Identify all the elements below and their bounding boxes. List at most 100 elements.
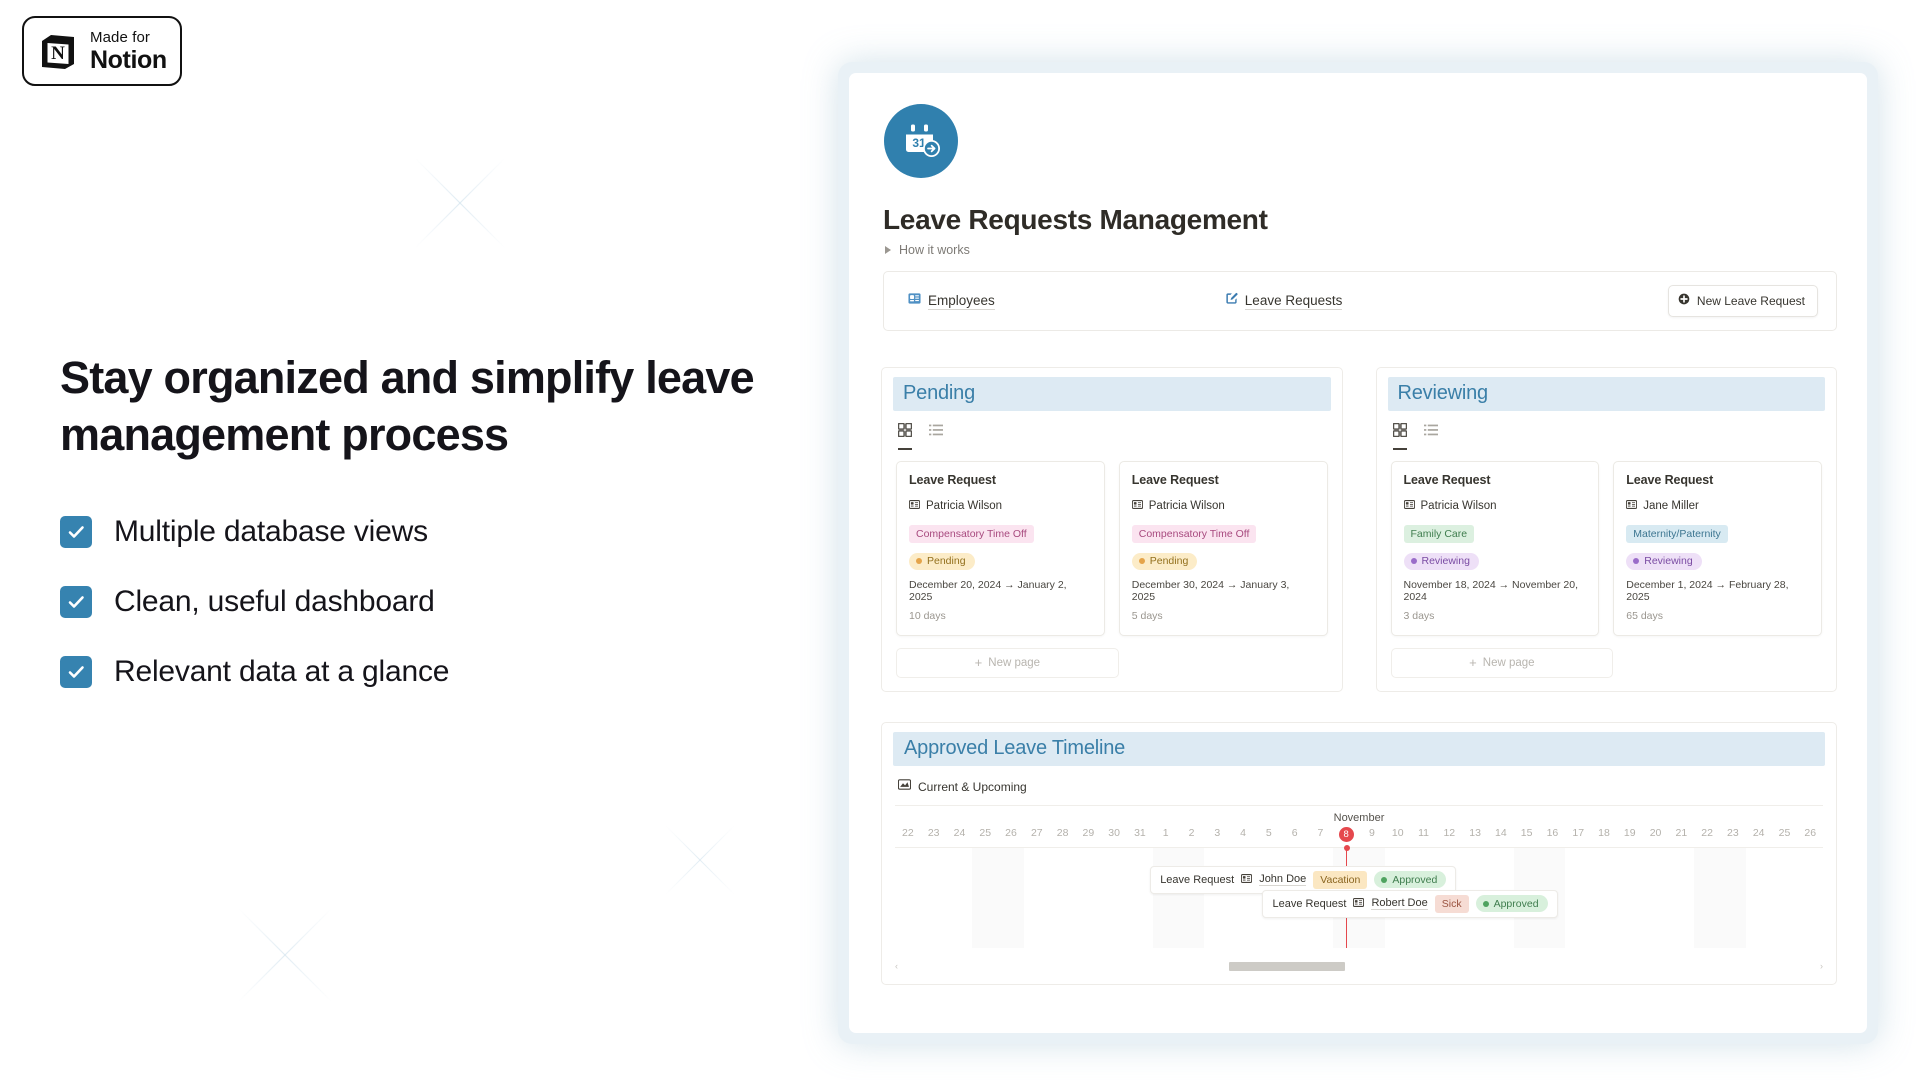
card-title: Leave Request [1403, 473, 1491, 487]
timeline-day-tick: 15 [1520, 826, 1533, 839]
timeline-day-tick: 24 [953, 826, 966, 839]
timeline-column [998, 847, 1024, 948]
card-person: Patricia Wilson [908, 497, 1092, 515]
notion-page: 3 1 Leave Requests Management How it work… [849, 73, 1867, 1033]
timeline-day-tick: 3 [1214, 826, 1221, 839]
edit-square-icon [1225, 292, 1238, 310]
scrollbar-thumb[interactable] [1229, 961, 1346, 971]
timeline-day-tick: 26 [1804, 826, 1817, 839]
status-badge: Pending [1131, 552, 1198, 570]
card-title: Leave Request [1626, 473, 1714, 487]
timeline-column [1152, 847, 1179, 948]
timeline-day-tick: 5 [1265, 826, 1272, 839]
badge-brand-label: Notion [90, 45, 167, 74]
contact-card-icon [1353, 895, 1365, 913]
timeline-column [1746, 848, 1772, 948]
list-item: Relevant data at a glance [60, 655, 800, 689]
timeline-day-tick: 1 [1162, 826, 1169, 839]
timeline-day-tick: 23 [927, 826, 940, 839]
timeline-day-tick: 26 [1005, 826, 1017, 839]
timeline-scrollbar[interactable]: ‹ › [895, 961, 1823, 972]
leave-request-card[interactable]: Leave Request Jane Miller Maternity/Pate… [1613, 461, 1822, 636]
card-person: Patricia Wilson [1403, 497, 1587, 515]
board-header: Reviewing [1387, 377, 1825, 411]
new-page-button[interactable]: + New page [1390, 647, 1614, 678]
card-duration: 65 days [1626, 609, 1664, 622]
timeline-column [1024, 848, 1050, 948]
timeline-day-tick: 30 [1108, 826, 1120, 839]
timeline-column [1565, 848, 1591, 948]
timeline-day-tick: 17 [1572, 826, 1585, 839]
list-icon[interactable] [929, 423, 943, 450]
feature-label: Multiple database views [114, 515, 428, 549]
timeline-view-icon [897, 778, 912, 796]
status-badge: Reviewing [1626, 552, 1702, 570]
badge-made-for-label: Made for [90, 28, 150, 46]
card-dates: December 1, 2024 → February 28, 2025 [1626, 578, 1789, 603]
timeline-day-tick: 21 [1675, 826, 1688, 839]
scroll-right-arrow-icon[interactable]: › [1820, 961, 1823, 971]
timeline-day-tick: 11 [1418, 826, 1429, 839]
timeline-bar-label: Leave Request [1160, 873, 1235, 886]
timeline-column [1643, 848, 1669, 948]
timeline-bar-person: John Doe [1259, 873, 1307, 887]
contact-card-icon [908, 292, 921, 310]
timeline-column [1591, 848, 1617, 948]
timeline-day-tick: 19 [1623, 826, 1636, 839]
status-dot-icon [1138, 558, 1145, 565]
card-duration: 10 days [909, 609, 946, 622]
card-person: Patricia Wilson [1131, 497, 1315, 515]
checkmark-icon [60, 586, 92, 619]
gallery-grid-icon[interactable] [897, 422, 913, 450]
timeline-month-label: November [1333, 811, 1385, 824]
card-title: Leave Request [909, 473, 996, 487]
leave-request-card[interactable]: Leave Request Patricia Wilson Compensato… [896, 461, 1105, 636]
leave-type-pill: Maternity/Paternity [1626, 525, 1728, 544]
leave-type-pill: Compensatory Time Off [1131, 525, 1257, 544]
board-title: Reviewing [1397, 382, 1489, 404]
timeline-column [1101, 848, 1127, 948]
timeline-grid: November 22 23 24 25 26 27 28 29 30 31 1 2 3 4 5 6 7 8 9 10… [895, 804, 1823, 948]
checkmark-icon [60, 516, 92, 549]
new-page-label: New page [1482, 656, 1535, 669]
sidebar-item-leave-requests[interactable]: Leave Requests [1225, 292, 1343, 310]
how-it-works-toggle[interactable]: How it works [885, 243, 1837, 257]
made-for-notion-badge: N Made for Notion [22, 16, 182, 86]
timeline-column [1050, 848, 1076, 948]
feature-label: Clean, useful dashboard [114, 585, 435, 619]
page-title: Leave Requests Management [883, 204, 1268, 235]
timeline-column [1772, 848, 1798, 948]
new-leave-request-button[interactable]: New Leave Request [1667, 285, 1818, 317]
today-badge: 8 [1338, 826, 1354, 842]
timeline-bar-label: Leave Request [1272, 897, 1347, 910]
timeline-column [972, 847, 999, 948]
sparkle-decoration-bottom-right [618, 778, 783, 943]
timeline-day-ticks: 22 23 24 25 26 27 28 29 30 31 1 2 3 4 5 6 7 8 9 10 11 12 13 14 1… [895, 826, 1823, 848]
notion-window-frame: 3 1 Leave Requests Management How it work… [838, 62, 1878, 1044]
timeline-column [1668, 848, 1694, 948]
leave-request-card[interactable]: Leave Request Patricia Wilson Family Car… [1390, 461, 1600, 636]
gallery-grid-icon[interactable] [1392, 422, 1407, 450]
timeline-day-tick: 6 [1291, 826, 1298, 839]
timeline-bar[interactable]: Leave Request Robert Doe Sick Approved [1262, 889, 1558, 918]
plus-circle-icon [1678, 292, 1690, 310]
timeline-column [1178, 847, 1205, 948]
timeline-day-tick: 20 [1649, 826, 1662, 839]
list-item: Clean, useful dashboard [60, 585, 800, 619]
card-person-name: Patricia Wilson [1420, 500, 1497, 512]
new-page-button[interactable]: + New page [896, 647, 1119, 678]
timeline-day-tick: 16 [1546, 826, 1559, 839]
list-icon[interactable] [1423, 423, 1438, 450]
sidebar-item-employees[interactable]: Employees [908, 292, 995, 310]
leave-request-card[interactable]: Leave Request Patricia Wilson Compensato… [1118, 461, 1328, 636]
nav-link-label: Leave Requests [1244, 292, 1343, 310]
status-label: Reviewing [1644, 555, 1693, 568]
timeline-day-tick: 18 [1598, 826, 1610, 839]
timeline-column [1694, 847, 1720, 948]
timeline-column [1720, 847, 1746, 948]
timeline-day-tick: 10 [1391, 826, 1404, 839]
checkmark-icon [60, 656, 92, 689]
card-person-name: Patricia Wilson [926, 500, 1003, 512]
timeline-view-tab[interactable]: Current & Upcoming [897, 778, 1836, 796]
scroll-left-arrow-icon[interactable]: ‹ [895, 961, 898, 971]
